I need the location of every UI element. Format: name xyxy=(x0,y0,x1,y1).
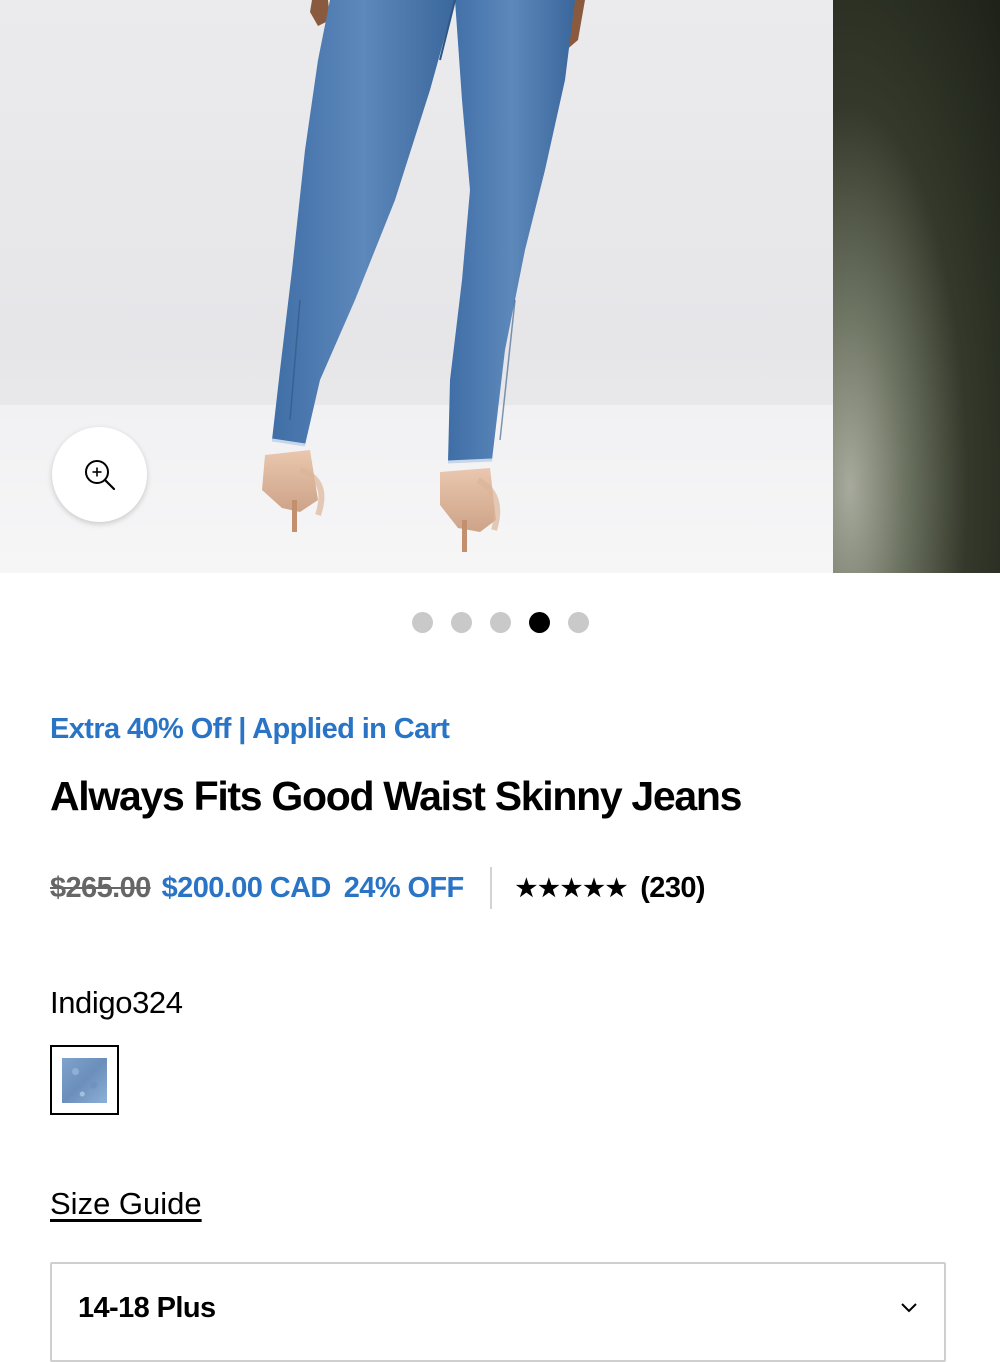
discount-badge: 24% OFF xyxy=(343,871,464,904)
carousel-dot-4[interactable] xyxy=(528,612,550,633)
selected-size-value: 14-18 Plus xyxy=(78,1292,216,1324)
price-and-rating-row: $265.00 $200.00 CAD 24% OFF ★★★★★ (230) xyxy=(50,866,706,910)
carousel-dot-5[interactable] xyxy=(567,612,589,633)
star-rating[interactable]: ★★★★★ xyxy=(516,874,629,903)
swatch-denim-texture xyxy=(62,1057,107,1103)
size-select-dropdown[interactable]: 14-18 Plus xyxy=(50,1262,946,1362)
size-guide-link[interactable]: Size Guide xyxy=(50,1186,202,1222)
zoom-button[interactable] xyxy=(52,427,147,522)
zoom-in-icon xyxy=(84,459,115,490)
carousel-dot-3[interactable] xyxy=(489,612,511,633)
carousel-pagination xyxy=(0,612,1000,633)
original-price: $265.00 xyxy=(50,871,151,904)
review-count-link[interactable]: (230) xyxy=(640,872,705,905)
product-title: Always Fits Good Waist Skinny Jeans xyxy=(50,773,742,819)
product-image-next[interactable] xyxy=(833,0,1000,573)
carousel-dot-2[interactable] xyxy=(450,612,472,633)
chevron-down-icon xyxy=(901,1303,917,1313)
selected-color-name: Indigo324 xyxy=(50,985,183,1020)
color-swatch-indigo324[interactable] xyxy=(50,1045,119,1115)
promo-banner: Extra 40% Off | Applied in Cart xyxy=(50,713,450,745)
divider xyxy=(489,867,492,909)
carousel-dot-1[interactable] xyxy=(411,612,433,633)
product-image-current[interactable] xyxy=(0,0,833,573)
sale-price: $200.00 CAD xyxy=(161,871,332,904)
product-image-gallery[interactable] xyxy=(0,0,1000,573)
